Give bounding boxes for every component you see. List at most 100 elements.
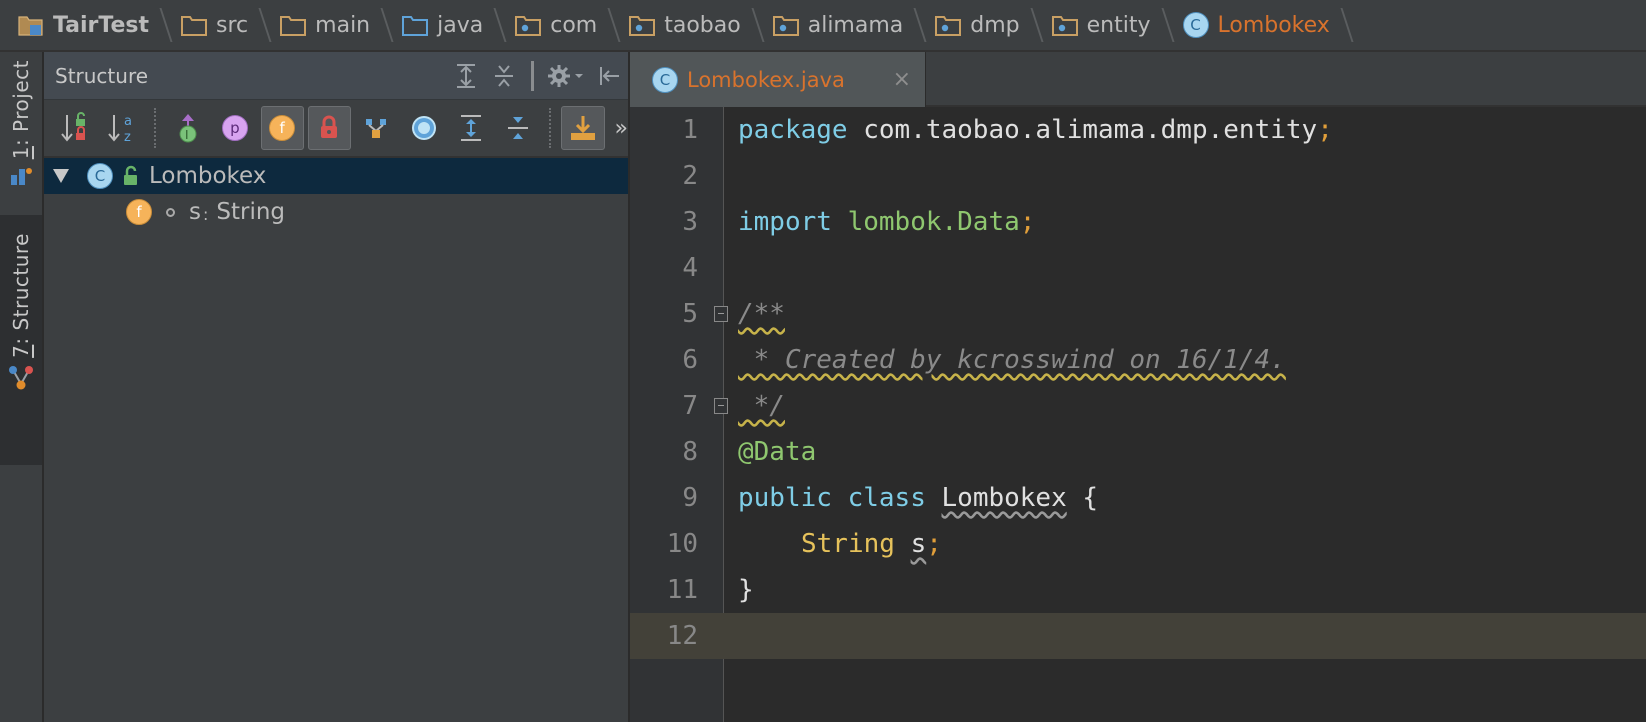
line-number: 6 [682, 345, 698, 375]
line-number: 1 [682, 115, 698, 145]
class-icon: C [87, 163, 113, 189]
package-name: com.taobao.alimama.dmp.entity [847, 115, 1318, 145]
breadcrumb-item-tairtest[interactable]: TairTest [0, 0, 169, 51]
fold-collapse-icon[interactable] [714, 306, 728, 322]
hide-icon[interactable] [590, 57, 628, 95]
code-text: package com.taobao.alimama.dmp.entity; [738, 115, 1333, 145]
code-line[interactable]: 5 /** [630, 291, 1646, 337]
show-fields-icon[interactable]: f [260, 106, 304, 150]
expand-arrow-icon[interactable] [53, 169, 69, 183]
comment-text: /** [738, 299, 785, 329]
breadcrumb-label: TairTest [53, 12, 150, 38]
breadcrumb-label: entity [1086, 12, 1151, 38]
tool-window-project-tab[interactable]: 1: Project [0, 60, 42, 210]
collapse-all-icon[interactable] [485, 57, 523, 95]
code-text: import lombok.Data; [738, 207, 1035, 237]
structure-toolbar: az I p f » [44, 100, 628, 158]
breadcrumb-item-java[interactable]: java [390, 0, 503, 51]
more-button[interactable]: » [615, 116, 628, 141]
show-lambdas-icon[interactable] [402, 106, 445, 150]
open-brace: { [1066, 483, 1099, 513]
semicolon: ; [926, 529, 942, 559]
collapse-all-icon[interactable] [496, 106, 539, 150]
show-properties-icon[interactable]: p [213, 106, 256, 150]
editor-tab-bar: C Lombokex.java × [630, 52, 1646, 107]
editor: C Lombokex.java × 1 package com.taobao.a… [630, 52, 1646, 722]
code-text: public class Lombokex { [738, 483, 1098, 513]
semicolon: ; [1317, 115, 1333, 145]
code-line[interactable]: 1 package com.taobao.alimama.dmp.entity; [630, 107, 1646, 153]
svg-text:a: a [124, 114, 132, 129]
editor-tab-lombokex[interactable]: C Lombokex.java × [630, 52, 926, 107]
package-icon [772, 14, 799, 36]
expand-all-icon[interactable] [449, 106, 492, 150]
code-line[interactable]: 7 */ [630, 383, 1646, 429]
code-line[interactable]: 3 import lombok.Data; [630, 199, 1646, 245]
breadcrumb-label: taobao [664, 12, 741, 38]
breadcrumb-label: src [216, 12, 249, 38]
keyword-public: public [738, 483, 832, 513]
code-line-current[interactable]: 12 [630, 613, 1646, 659]
package-icon [515, 14, 542, 36]
breadcrumb-item-main[interactable]: main [268, 0, 390, 51]
breadcrumb-item-com[interactable]: com [503, 0, 617, 51]
field-type: String [216, 199, 286, 225]
tool-window-strip: 1: Project 7: Structure [0, 52, 44, 722]
code-line[interactable]: 10 String s; [630, 521, 1646, 567]
line-number: 3 [682, 207, 698, 237]
group-methods-icon[interactable] [355, 106, 398, 150]
show-non-public-icon[interactable] [307, 106, 351, 150]
line-number: 7 [682, 391, 698, 421]
close-brace: } [738, 575, 754, 605]
breadcrumb-item-src[interactable]: src [169, 0, 268, 51]
sort-by-visibility-icon[interactable] [54, 106, 97, 150]
tree-field-row[interactable]: f s: String [44, 194, 628, 230]
code-line[interactable]: 4 [630, 245, 1646, 291]
line-number: 9 [682, 483, 698, 513]
breadcrumb-item-entity[interactable]: entity [1040, 0, 1171, 51]
code-line[interactable]: 8 @Data [630, 429, 1646, 475]
keyword-import: import [738, 207, 832, 237]
field-name: s [189, 199, 201, 225]
code-line[interactable]: 2 [630, 153, 1646, 199]
breadcrumb: TairTest src main java com taobao alimam… [0, 0, 1646, 52]
project-folder-icon [18, 13, 44, 37]
structure-tab-number: 7 [9, 344, 33, 358]
tool-window-structure-tab[interactable]: 7: Structure [0, 215, 42, 465]
code-area[interactable]: 1 package com.taobao.alimama.dmp.entity;… [630, 107, 1646, 722]
package-private-icon [166, 207, 175, 217]
svg-text:I: I [185, 128, 189, 142]
field-icon: f [126, 199, 152, 225]
code-line[interactable]: 6 * Created by kcrosswind on 16/1/4. [630, 337, 1646, 383]
package-icon [629, 14, 656, 36]
sort-alphabetically-icon[interactable]: az [101, 106, 144, 150]
breadcrumb-item-taobao[interactable]: taobao [617, 0, 760, 51]
close-icon[interactable]: × [893, 67, 911, 92]
project-tab-number: 1 [9, 146, 33, 160]
breadcrumb-label: java [437, 12, 484, 38]
breadcrumb-item-lombokex[interactable]: C Lombokex [1171, 0, 1350, 51]
type-name: String [801, 529, 895, 559]
expand-all-icon[interactable] [447, 57, 485, 95]
folder-icon [280, 14, 307, 36]
breadcrumb-item-alimama[interactable]: alimama [761, 0, 924, 51]
svg-text:z: z [124, 130, 131, 145]
code-line[interactable]: 11 } [630, 567, 1646, 613]
gear-icon[interactable] [542, 57, 590, 95]
show-inherited-icon[interactable]: I [166, 106, 209, 150]
code-line[interactable]: 9 public class Lombokex { [630, 475, 1646, 521]
breadcrumb-label: dmp [970, 12, 1020, 38]
autoscroll-from-source-icon[interactable] [561, 106, 605, 150]
tree-root-row[interactable]: C Lombokex [44, 158, 628, 194]
annotation: @Data [738, 437, 817, 467]
line-number: 12 [666, 621, 698, 651]
import-name: lombok.Data [847, 207, 1020, 237]
toolbar-separator [154, 108, 157, 148]
fold-collapse-icon[interactable] [714, 398, 728, 414]
keyword-package: package [738, 115, 848, 145]
structure-panel: Structure az I p f » C Lombokex f s: St… [44, 52, 630, 722]
breadcrumb-label: main [315, 12, 371, 38]
breadcrumb-item-dmp[interactable]: dmp [923, 0, 1039, 51]
class-icon: C [1182, 12, 1209, 38]
project-tab-label: 1: Project [9, 60, 33, 160]
